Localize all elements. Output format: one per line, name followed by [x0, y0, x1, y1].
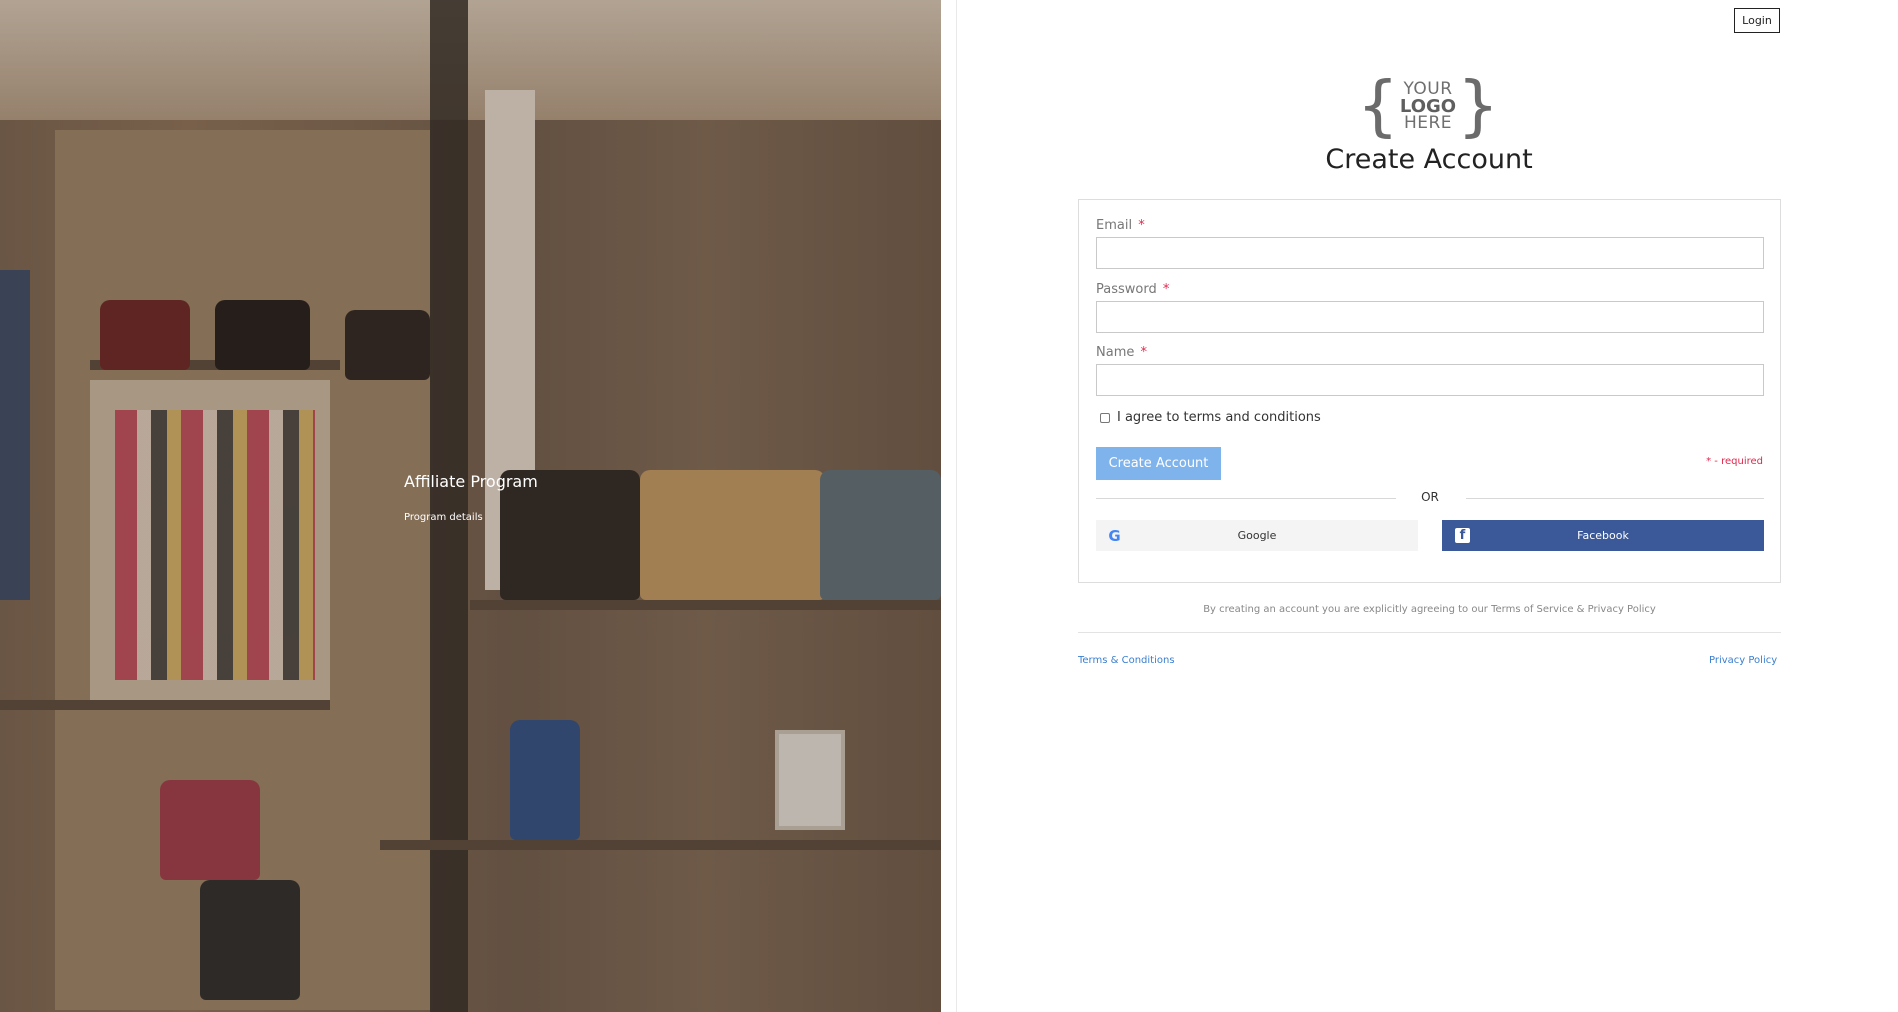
required-note: * - required [1706, 456, 1763, 467]
logo-right-brace: } [1457, 67, 1500, 144]
logo-left-brace: { [1356, 67, 1399, 144]
hero-image: Affiliate Program Program details [0, 0, 941, 1012]
required-asterisk: * [1162, 282, 1170, 297]
create-account-button[interactable]: Create Account [1096, 447, 1221, 480]
name-label: Name * [1096, 345, 1147, 360]
facebook-button-label: Facebook [1577, 529, 1629, 542]
terms-link[interactable]: Terms & Conditions [1078, 655, 1175, 666]
hero-title: Affiliate Program [404, 472, 538, 491]
terms-agreement[interactable]: I agree to terms and conditions [1100, 410, 1321, 425]
required-asterisk: * [1138, 218, 1145, 233]
separator-line [1466, 498, 1764, 499]
email-label: Email * [1096, 218, 1145, 233]
password-label-text: Password [1096, 282, 1157, 297]
required-asterisk: * [1140, 345, 1148, 360]
signup-form: Email * Password * Name * I agree to ter… [1078, 199, 1781, 583]
login-button[interactable]: Login [1734, 8, 1780, 33]
or-label: OR [1421, 490, 1439, 504]
terms-checkbox-label[interactable]: I agree to terms and conditions [1117, 410, 1321, 425]
logo-text: YOUR LOGO HERE [1399, 78, 1457, 133]
or-separator: OR [1096, 489, 1764, 507]
name-field[interactable] [1096, 364, 1764, 396]
google-button-label: Google [1237, 529, 1277, 542]
google-signup-button[interactable]: G Google [1096, 520, 1418, 551]
logo: { YOUR LOGO HERE } [1357, 72, 1499, 140]
facebook-f-icon: f [1455, 528, 1470, 543]
logo-line-1: YOUR [1403, 78, 1453, 99]
password-label: Password * [1096, 282, 1169, 297]
hero-overlay [0, 0, 941, 1012]
panel-divider [941, 0, 957, 1012]
email-field[interactable] [1096, 237, 1764, 269]
logo-line-3: HERE [1403, 112, 1453, 133]
legal-notice: By creating an account you are explicitl… [1203, 604, 1656, 615]
email-label-text: Email [1096, 218, 1133, 233]
google-g-icon: G [1108, 526, 1121, 545]
privacy-link[interactable]: Privacy Policy [1709, 655, 1777, 666]
footer-divider [1078, 632, 1781, 633]
hero-subtitle[interactable]: Program details [404, 512, 483, 523]
page-title: Create Account [1325, 144, 1533, 175]
facebook-signup-button[interactable]: f Facebook [1442, 520, 1764, 551]
terms-checkbox[interactable] [1100, 412, 1110, 423]
logo-line-2: LOGO [1399, 95, 1457, 117]
password-field[interactable] [1096, 301, 1764, 333]
name-label-text: Name [1096, 345, 1135, 360]
